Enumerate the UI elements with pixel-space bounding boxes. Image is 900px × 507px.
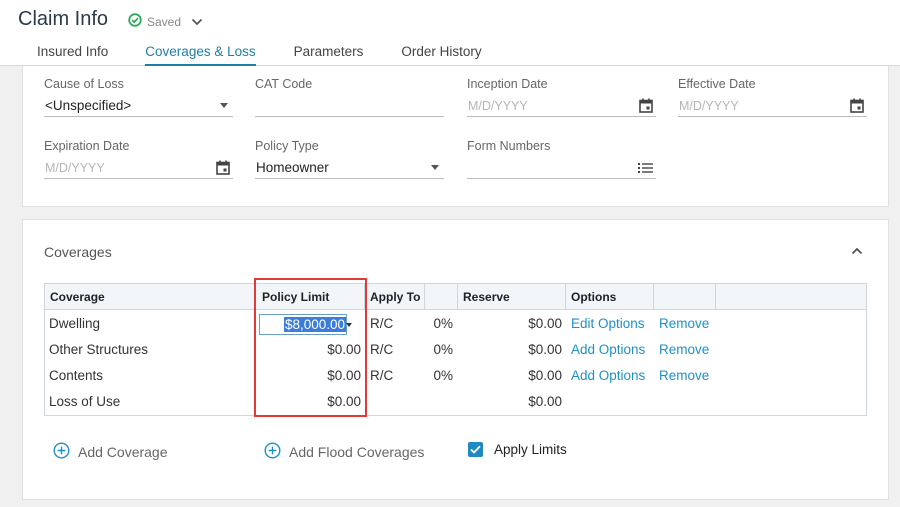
column-header-remove bbox=[654, 284, 716, 309]
cat-code-field: CAT Code bbox=[255, 77, 444, 117]
coverage-name: Other Structures bbox=[49, 341, 149, 357]
inception-date-field: Inception Date M/D/YYYY bbox=[467, 77, 656, 117]
cause-of-loss-label: Cause of Loss bbox=[44, 77, 124, 91]
table-header: Coverage Policy Limit Apply To Reserve O… bbox=[45, 284, 866, 310]
calendar-icon[interactable] bbox=[850, 98, 864, 113]
tab-order-history[interactable]: Order History bbox=[401, 44, 481, 66]
coverage-actions: Add Coverage Add Flood Coverages Apply L… bbox=[0, 440, 900, 464]
calendar-icon[interactable] bbox=[639, 98, 653, 113]
expiration-date-input[interactable]: M/D/YYYY bbox=[44, 157, 233, 179]
remove-link[interactable]: Remove bbox=[659, 362, 709, 388]
apply-to-value: R/C bbox=[370, 367, 394, 383]
checkmark-icon[interactable] bbox=[468, 442, 483, 457]
form-numbers-label: Form Numbers bbox=[467, 139, 551, 153]
form-numbers-input[interactable] bbox=[467, 157, 656, 179]
policy-limit-value[interactable]: $0.00 bbox=[255, 336, 361, 362]
effective-date-field: Effective Date M/D/YYYY bbox=[678, 77, 867, 117]
chevron-up-icon[interactable] bbox=[851, 242, 863, 260]
cause-of-loss-value: <Unspecified> bbox=[45, 98, 132, 113]
policy-type-value: Homeowner bbox=[256, 160, 329, 175]
apply-to-value: R/C bbox=[370, 315, 394, 331]
remove-link[interactable]: Remove bbox=[659, 310, 709, 336]
coverage-name: Dwelling bbox=[49, 315, 101, 331]
column-header-options[interactable]: Options bbox=[566, 284, 654, 309]
effective-date-input[interactable]: M/D/YYYY bbox=[678, 95, 867, 117]
coverage-name: Loss of Use bbox=[49, 393, 121, 409]
tab-parameters[interactable]: Parameters bbox=[294, 44, 364, 66]
coverage-name: Contents bbox=[49, 367, 104, 383]
apply-to-value: R/C bbox=[370, 341, 394, 357]
column-header-policy-limit[interactable]: Policy Limit bbox=[255, 284, 365, 309]
remove-link[interactable]: Remove bbox=[659, 336, 709, 362]
add-options-link[interactable]: Add Options bbox=[571, 362, 645, 388]
add-flood-coverages-button[interactable]: Add Flood Coverages bbox=[264, 442, 424, 462]
saved-label: Saved bbox=[147, 14, 182, 29]
policy-type-select[interactable]: Homeowner bbox=[255, 157, 444, 179]
check-circle-icon bbox=[128, 13, 147, 30]
policy-limit-input[interactable]: $8,000.00 bbox=[259, 314, 353, 335]
reserve-value: $0.00 bbox=[528, 341, 562, 357]
column-header-reserve[interactable]: Reserve bbox=[458, 284, 566, 309]
policy-limit-value[interactable]: $0.00 bbox=[255, 362, 361, 388]
form-numbers-field: Form Numbers bbox=[467, 139, 656, 179]
apply-limits-label: Apply Limits bbox=[494, 442, 567, 457]
percent-value: 0% bbox=[433, 367, 453, 383]
column-header-percent bbox=[425, 284, 458, 309]
expiration-date-field: Expiration Date M/D/YYYY bbox=[44, 139, 233, 179]
percent-value: 0% bbox=[433, 341, 453, 357]
edit-options-link[interactable]: Edit Options bbox=[571, 310, 645, 336]
add-coverage-button[interactable]: Add Coverage bbox=[53, 442, 168, 462]
cat-code-input[interactable] bbox=[255, 95, 444, 117]
add-options-link[interactable]: Add Options bbox=[571, 336, 645, 362]
header: Claim Info Saved Insured Info Coverages … bbox=[0, 0, 900, 66]
page-title: Claim Info bbox=[18, 8, 109, 30]
expiration-date-label: Expiration Date bbox=[44, 139, 130, 153]
percent-value: 0% bbox=[433, 315, 453, 331]
inception-date-placeholder: M/D/YYYY bbox=[468, 98, 528, 113]
apply-limits-checkbox[interactable]: Apply Limits bbox=[468, 442, 567, 457]
add-coverage-label: Add Coverage bbox=[78, 444, 168, 460]
reserve-value: $0.00 bbox=[528, 367, 562, 383]
inception-date-input[interactable]: M/D/YYYY bbox=[467, 95, 656, 117]
coverages-title: Coverages bbox=[44, 244, 112, 260]
add-flood-coverages-label: Add Flood Coverages bbox=[289, 444, 425, 460]
column-header-coverage[interactable]: Coverage bbox=[45, 284, 255, 309]
caret-down-icon bbox=[431, 165, 439, 170]
policy-limit-value[interactable]: $0.00 bbox=[255, 388, 361, 414]
inception-date-label: Inception Date bbox=[467, 77, 548, 91]
tab-bar: Insured Info Coverages & Loss Parameters… bbox=[18, 44, 520, 66]
plus-circle-icon bbox=[53, 442, 78, 462]
column-header-apply-to[interactable]: Apply To bbox=[365, 284, 425, 309]
expiration-date-placeholder: M/D/YYYY bbox=[45, 160, 105, 175]
effective-date-label: Effective Date bbox=[678, 77, 756, 91]
coverages-table: Coverage Policy Limit Apply To Reserve O… bbox=[44, 283, 867, 416]
calendar-icon[interactable] bbox=[216, 160, 230, 175]
cause-of-loss-field: Cause of Loss <Unspecified> bbox=[44, 77, 233, 117]
saved-status[interactable]: Saved bbox=[128, 13, 208, 30]
policy-type-field: Policy Type Homeowner bbox=[255, 139, 444, 179]
caret-down-icon[interactable] bbox=[346, 322, 353, 327]
caret-down-icon bbox=[220, 103, 228, 108]
plus-circle-icon bbox=[264, 442, 289, 462]
chevron-down-icon[interactable] bbox=[191, 15, 208, 29]
policy-type-label: Policy Type bbox=[255, 139, 319, 153]
effective-date-placeholder: M/D/YYYY bbox=[679, 98, 739, 113]
policy-limit-value: $8,000.00 bbox=[284, 317, 347, 332]
tab-insured-info[interactable]: Insured Info bbox=[37, 44, 108, 66]
cat-code-label: CAT Code bbox=[255, 77, 313, 91]
list-icon[interactable] bbox=[638, 162, 653, 174]
cause-of-loss-select[interactable]: <Unspecified> bbox=[44, 95, 233, 117]
tab-coverages-loss[interactable]: Coverages & Loss bbox=[145, 44, 256, 66]
reserve-value: $0.00 bbox=[528, 315, 562, 331]
reserve-value: $0.00 bbox=[528, 393, 562, 409]
policy-details-card: Cause of Loss <Unspecified> CAT Code Inc… bbox=[22, 66, 889, 207]
